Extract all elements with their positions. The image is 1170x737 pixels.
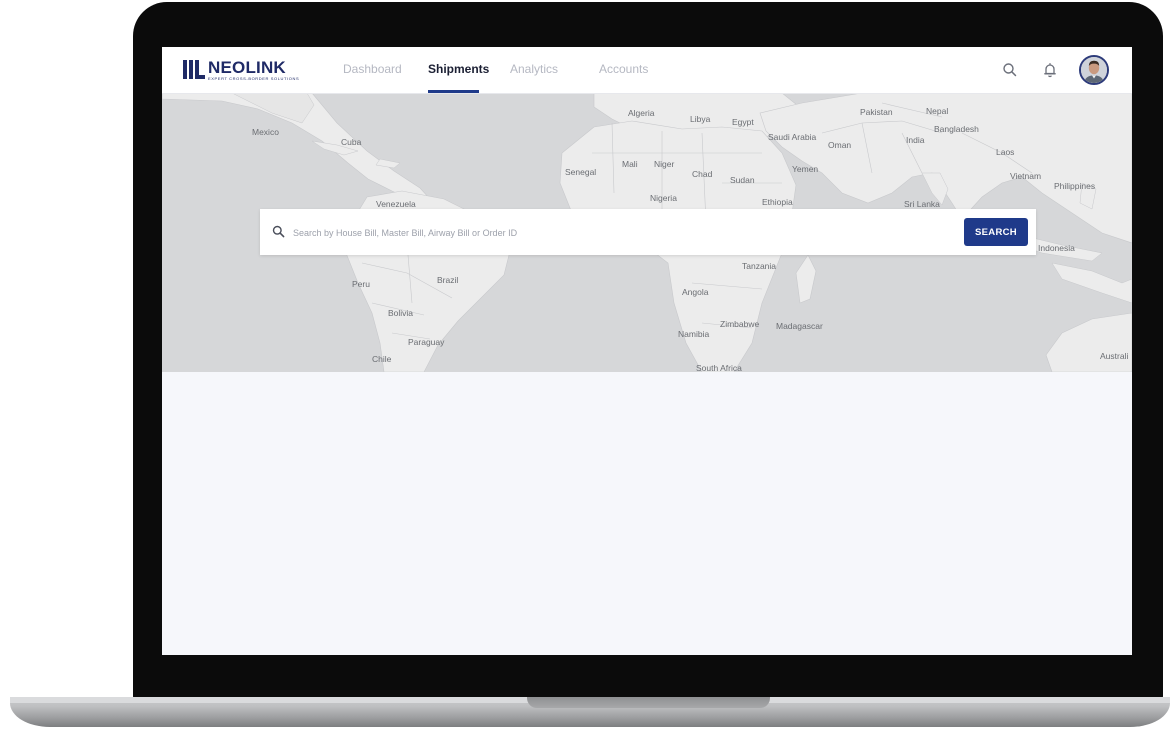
map-label-brazil: Brazil bbox=[437, 275, 459, 285]
map-label-nepal: Nepal bbox=[926, 106, 949, 116]
bell-icon[interactable] bbox=[1041, 61, 1059, 79]
avatar-portrait-icon bbox=[1081, 57, 1107, 83]
shipment-search-input[interactable] bbox=[291, 222, 935, 244]
map-label-nigeria: Nigeria bbox=[650, 193, 677, 203]
app-screen: NEOLINK EXPERT CROSS-BORDER SOLUTIONS Da… bbox=[162, 47, 1132, 655]
map-label-zimbabwe: Zimbabwe bbox=[720, 319, 760, 329]
tab-shipments[interactable]: Shipments bbox=[428, 62, 489, 76]
map-label-algeria: Algeria bbox=[628, 108, 655, 118]
map-label-chad: Chad bbox=[692, 169, 713, 179]
map-label-niger: Niger bbox=[654, 159, 675, 169]
search-icon[interactable] bbox=[1001, 61, 1019, 79]
shipment-search-bar: SEARCH bbox=[260, 209, 1036, 255]
map-label-laos: Laos bbox=[996, 147, 1015, 157]
map-label-namibia: Namibia bbox=[678, 329, 710, 339]
map-label-madagascar: Madagascar bbox=[776, 321, 823, 331]
search-input-icon bbox=[272, 225, 285, 238]
tab-accounts[interactable]: Accounts bbox=[599, 62, 648, 76]
map-label-mali: Mali bbox=[622, 159, 638, 169]
content-area bbox=[162, 372, 1132, 655]
map-label-philippines: Philippines bbox=[1054, 181, 1096, 191]
map-label-ethiopia: Ethiopia bbox=[762, 197, 793, 207]
map-label-saudi-arabia: Saudi Arabia bbox=[768, 132, 817, 142]
map-label-tanzania: Tanzania bbox=[742, 261, 777, 271]
map-label-india: India bbox=[906, 135, 925, 145]
map-label-egypt: Egypt bbox=[732, 117, 754, 127]
user-avatar[interactable] bbox=[1079, 55, 1109, 85]
tab-analytics[interactable]: Analytics bbox=[510, 62, 558, 76]
map-label-libya: Libya bbox=[690, 114, 711, 124]
map-label-vietnam: Vietnam bbox=[1010, 171, 1042, 181]
logo-mark-icon bbox=[183, 60, 205, 79]
map-label-senegal: Senegal bbox=[565, 167, 597, 177]
tab-dashboard[interactable]: Dashboard bbox=[343, 62, 402, 76]
map-label-yemen: Yemen bbox=[792, 164, 819, 174]
map-label-bolivia: Bolivia bbox=[388, 308, 414, 318]
map-label-sri-lanka: Sri Lanka bbox=[904, 199, 940, 209]
map-label-south-africa: South Africa bbox=[696, 363, 742, 372]
map-label-cuba: Cuba bbox=[341, 137, 362, 147]
map-label-chile: Chile bbox=[372, 354, 392, 364]
map-label-australia: Australi bbox=[1100, 351, 1129, 361]
top-navigation: NEOLINK EXPERT CROSS-BORDER SOLUTIONS Da… bbox=[162, 47, 1132, 94]
map-label-angola: Angola bbox=[682, 287, 709, 297]
laptop-hinge-notch bbox=[527, 697, 770, 708]
map-label-pakistan: Pakistan bbox=[860, 107, 893, 117]
map-label-peru: Peru bbox=[352, 279, 370, 289]
brand-tagline: EXPERT CROSS-BORDER SOLUTIONS bbox=[208, 76, 300, 81]
map-label-bangladesh: Bangladesh bbox=[934, 124, 979, 134]
brand-logo[interactable]: NEOLINK EXPERT CROSS-BORDER SOLUTIONS bbox=[183, 58, 299, 82]
map-label-mexico: Mexico bbox=[252, 127, 279, 137]
brand-name: NEOLINK bbox=[208, 58, 286, 77]
search-button[interactable]: SEARCH bbox=[964, 218, 1028, 246]
map-label-paraguay: Paraguay bbox=[408, 337, 445, 347]
map-label-oman: Oman bbox=[828, 140, 852, 150]
map-label-indonesia: Indonesia bbox=[1038, 243, 1075, 253]
map-label-sudan: Sudan bbox=[730, 175, 755, 185]
laptop-mockup: NEOLINK EXPERT CROSS-BORDER SOLUTIONS Da… bbox=[0, 0, 1170, 737]
map-label-venezuela: Venezuela bbox=[376, 199, 416, 209]
active-tab-indicator bbox=[428, 90, 479, 93]
